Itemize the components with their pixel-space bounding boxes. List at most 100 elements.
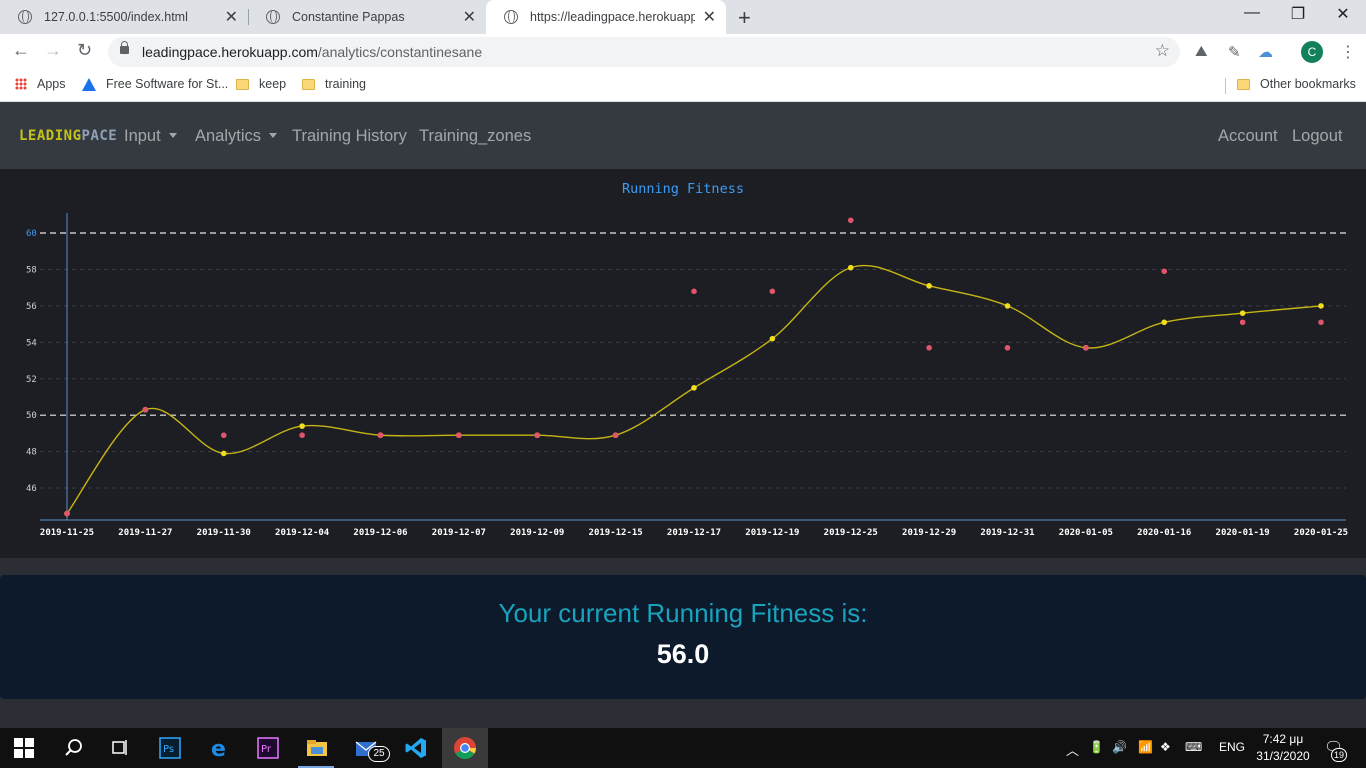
- series-1-point: [1239, 310, 1246, 316]
- current-fitness-panel: Your current Running Fitness is: 56.0: [0, 575, 1366, 699]
- nav-training-history[interactable]: Training History: [292, 127, 407, 146]
- tray-overflow-chevron-icon[interactable]: ︿: [1066, 740, 1079, 759]
- system-clock[interactable]: 7:42 μμ 31/3/2020: [1250, 731, 1316, 765]
- bookmarks-bar: Apps Free Software for St... keep traini…: [0, 70, 1366, 102]
- y-tick-label: 60: [26, 229, 37, 239]
- y-tick-label: 48: [26, 448, 37, 458]
- bookmark-keep[interactable]: keep: [236, 77, 286, 91]
- y-tick-label: 58: [26, 265, 37, 275]
- x-tick-label: 2019-12-25: [824, 528, 878, 538]
- search-icon[interactable]: [62, 736, 86, 760]
- chrome-icon[interactable]: [453, 736, 477, 760]
- bookmark-other[interactable]: Other bookmarks: [1237, 77, 1356, 91]
- chart-title: Running Fitness: [622, 181, 744, 197]
- series-2-point: [1239, 319, 1246, 326]
- browser-tab[interactable]: Constantine Pappas ✕: [248, 0, 486, 34]
- bookmark-free-software[interactable]: Free Software for St...: [82, 77, 228, 91]
- restore-button[interactable]: ❐: [1275, 4, 1321, 24]
- series-2-point: [1004, 344, 1011, 351]
- keyboard-icon[interactable]: ⌨: [1185, 740, 1202, 754]
- fitness-value: 56.0: [656, 639, 710, 669]
- series-1-point: [691, 385, 697, 391]
- x-tick-label: 2019-11-30: [197, 528, 251, 538]
- nav-account[interactable]: Account: [1218, 127, 1278, 146]
- file-explorer-icon[interactable]: [305, 736, 329, 760]
- minimize-button[interactable]: —: [1229, 4, 1275, 22]
- series-1-point: [926, 283, 932, 289]
- nav-input-label: Input: [124, 127, 161, 145]
- forward-arrow-icon[interactable]: →: [44, 40, 62, 61]
- brand-logo[interactable]: LEADINGPACE: [19, 128, 117, 144]
- address-bar[interactable]: leadingpace.herokuapp.com/analytics/cons…: [108, 37, 1180, 67]
- edge-icon[interactable]: e: [208, 736, 232, 760]
- apps-grid-icon: [15, 78, 27, 90]
- mountain-extension-icon[interactable]: ⛰: [1195, 43, 1208, 60]
- x-tick-label: 2019-12-04: [275, 528, 330, 538]
- tab-title: 127.0.0.1:5500/index.html: [44, 10, 188, 24]
- x-tick-label: 2019-12-09: [510, 528, 564, 538]
- nav-analytics-label: Analytics: [195, 127, 262, 145]
- task-view-icon[interactable]: [108, 736, 132, 760]
- nav-logout[interactable]: Logout: [1292, 127, 1342, 146]
- vscode-icon[interactable]: [404, 736, 428, 760]
- close-tab-icon[interactable]: ✕: [703, 7, 716, 27]
- x-tick-label: 2020-01-16: [1137, 528, 1191, 538]
- series-2-point: [691, 288, 697, 295]
- bookmark-apps[interactable]: Apps: [15, 77, 66, 91]
- x-tick-label: 2019-12-07: [432, 528, 486, 538]
- x-tick-label: 2019-11-27: [118, 528, 172, 538]
- start-icon[interactable]: [14, 738, 34, 758]
- app-navbar: LEADINGPACE Input Analytics Training His…: [0, 102, 1366, 169]
- x-tick-label: 2019-12-19: [745, 528, 799, 538]
- clock-date: 31/3/2020: [1256, 749, 1310, 763]
- url-path: /analytics/constantinesane: [317, 44, 483, 60]
- nav-training-zones[interactable]: Training_zones: [419, 127, 531, 146]
- nav-input-dropdown[interactable]: Input: [124, 127, 177, 146]
- volume-icon[interactable]: 🔊: [1112, 740, 1127, 754]
- bookmark-star-icon[interactable]: ☆: [1155, 41, 1170, 61]
- series-1-point: [1161, 319, 1168, 326]
- menu-kebab-icon[interactable]: ⋮: [1340, 42, 1356, 62]
- premiere-icon[interactable]: Pr: [256, 736, 280, 760]
- x-tick-label: 2019-12-29: [902, 528, 956, 538]
- power-icon[interactable]: 🔋: [1089, 740, 1104, 754]
- browser-tab[interactable]: 127.0.0.1:5500/index.html ✕: [0, 0, 248, 34]
- y-tick-label: 56: [26, 302, 37, 312]
- brand-part-2: PACE: [81, 128, 118, 144]
- notification-badge: 19: [1331, 748, 1347, 762]
- series-1-point: [1004, 303, 1011, 309]
- x-tick-label: 2019-12-17: [667, 528, 721, 538]
- mail-badge: 25: [368, 746, 390, 762]
- folder-icon: [302, 78, 315, 90]
- browser-tab-active[interactable]: https://leadingpace.herokuapp.co ✕: [486, 0, 726, 34]
- browser-toolbar: ← → ↻ leadingpace.herokuapp.com/analytic…: [0, 34, 1366, 70]
- series-2-point: [612, 432, 619, 439]
- window-close-button[interactable]: ✕: [1320, 4, 1366, 24]
- new-tab-button[interactable]: +: [738, 5, 751, 31]
- close-tab-icon[interactable]: ✕: [463, 7, 476, 27]
- eyedropper-extension-icon[interactable]: ✎: [1228, 43, 1241, 61]
- svg-text:e: e: [211, 737, 226, 760]
- close-tab-icon[interactable]: ✕: [225, 7, 238, 27]
- reload-icon[interactable]: ↻: [77, 40, 92, 61]
- dropbox-icon[interactable]: ❖: [1160, 740, 1171, 754]
- network-icon[interactable]: 📶: [1138, 740, 1153, 754]
- bookmark-label: keep: [259, 77, 287, 91]
- globe-icon: [266, 10, 280, 24]
- profile-avatar[interactable]: C: [1301, 41, 1323, 63]
- cloud-extension-icon[interactable]: ☁: [1258, 43, 1273, 61]
- series-2-point: [847, 217, 854, 224]
- back-arrow-icon[interactable]: ←: [12, 40, 30, 61]
- series-1-point: [299, 423, 305, 429]
- photoshop-icon[interactable]: Ps: [158, 736, 182, 760]
- x-tick-label: 2019-12-15: [589, 528, 643, 538]
- series-2-point: [1083, 344, 1089, 351]
- bookmark-training[interactable]: training: [302, 77, 366, 91]
- lock-icon: [120, 41, 129, 54]
- nav-analytics-dropdown[interactable]: Analytics: [195, 127, 278, 146]
- series-2-point: [64, 510, 70, 517]
- series-2-point: [926, 344, 932, 351]
- url-text[interactable]: leadingpace.herokuapp.com/analytics/cons…: [142, 44, 482, 60]
- language-indicator[interactable]: ENG: [1219, 740, 1245, 754]
- fitness-label: Your current Running Fitness is:: [498, 598, 868, 628]
